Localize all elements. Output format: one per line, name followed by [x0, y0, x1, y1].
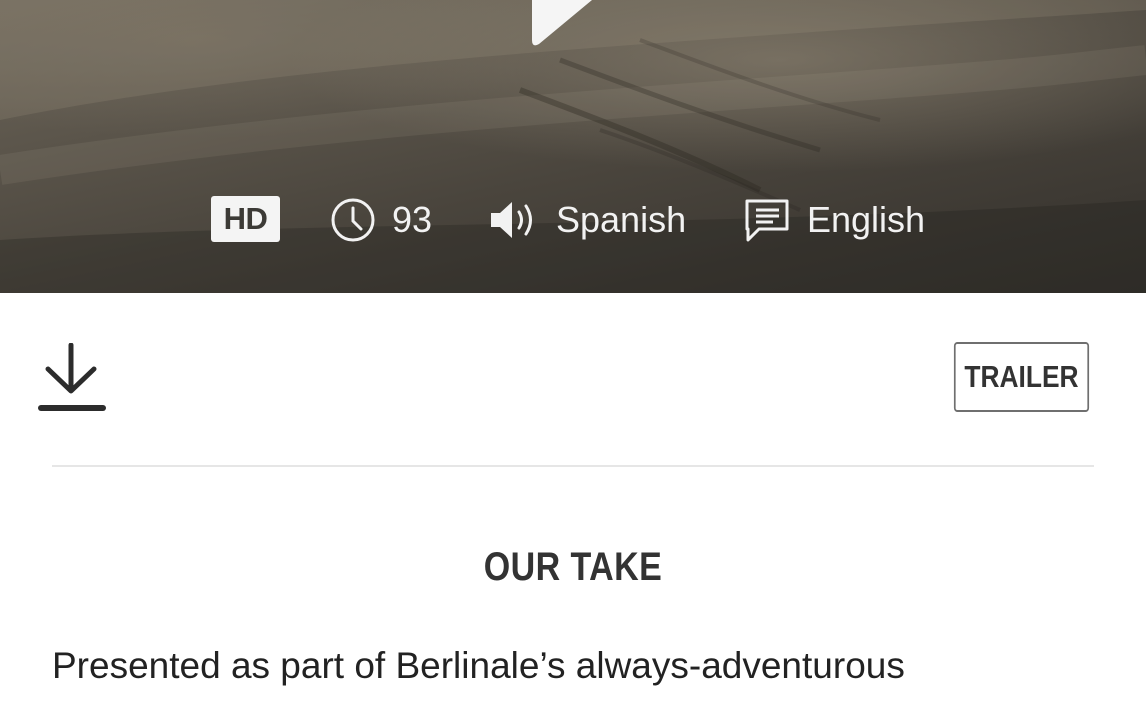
media-info-row: 93 Spanish English — [0, 190, 1146, 250]
audio-language: Spanish — [556, 199, 687, 240]
duration-value: 93 — [392, 199, 433, 240]
clock-icon — [331, 198, 375, 242]
play-button[interactable] — [530, 0, 620, 48]
subtitles-icon — [745, 199, 789, 242]
section-body: Presented as part of Berlinale’s always-… — [52, 645, 905, 686]
speaker-icon — [491, 202, 532, 238]
film-detail-page: HD 93 Spanish English TRAILER OUR TAKE P… — [0, 0, 1146, 716]
hero-image: HD 93 Spanish English — [0, 0, 1146, 293]
audio-info: Spanish — [488, 190, 686, 250]
download-icon — [38, 342, 106, 411]
section-title: OUR TAKE — [0, 545, 1146, 590]
section-title-text: OUR TAKE — [483, 545, 663, 589]
play-icon — [532, 0, 592, 46]
subtitle-info: English — [743, 190, 925, 250]
duration-info: 93 — [330, 190, 432, 250]
trailer-button[interactable]: TRAILER — [953, 342, 1090, 412]
divider — [52, 465, 1094, 467]
subtitle-language: English — [807, 199, 926, 240]
download-button[interactable] — [38, 342, 106, 415]
